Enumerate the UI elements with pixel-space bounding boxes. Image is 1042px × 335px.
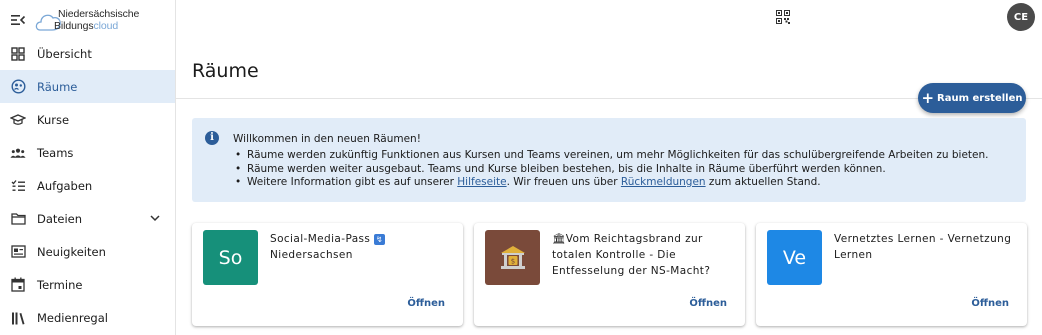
- tasks-icon: [10, 178, 26, 194]
- sidebar-item-label: Aufgaben: [37, 178, 93, 193]
- people-icon: [10, 145, 26, 161]
- sidebar-item-aufgaben[interactable]: Aufgaben: [0, 169, 175, 202]
- sidebar-item-label: Räume: [37, 79, 78, 94]
- logo-line-1: Niedersächsische: [58, 8, 140, 20]
- logo[interactable]: Niedersächsische Bildungscloud: [34, 6, 154, 36]
- alert-line-2: Räume werden weiter ausgebaut. Teams und…: [233, 163, 989, 177]
- alert-title: Willkommen in den neuen Räumen!: [233, 133, 421, 145]
- room-title: Vernetztes Lernen - Vernetzung Lernen: [834, 233, 1012, 261]
- sidebar-item-termine[interactable]: Termine: [0, 268, 175, 301]
- sidebar-header: Niedersächsische Bildungscloud: [0, 0, 175, 40]
- dashboard-icon: [10, 46, 26, 62]
- sidebar-item-label: Kurse: [37, 112, 70, 127]
- room-title-text: Vom Reichtagsbrand zur totalen Kontrolle…: [552, 233, 711, 277]
- alert-line-3: Weitere Information gibt es auf unserer …: [233, 176, 989, 190]
- calendar-icon: [10, 277, 26, 293]
- rooms-icon: [10, 79, 26, 95]
- logo-word-bildungs: Bildungs: [54, 20, 94, 32]
- room-thumbnail: $: [485, 230, 540, 285]
- news-icon: [10, 244, 26, 260]
- room-title-text-2: Niedersachsen: [270, 249, 353, 261]
- room-title-text: Social-Media-Pass: [270, 233, 371, 245]
- sidebar-item-label: Übersicht: [37, 46, 92, 61]
- sidebar-item-raeume[interactable]: Räume: [0, 70, 175, 103]
- chevron-down-icon[interactable]: [149, 212, 161, 224]
- create-room-button[interactable]: + Raum erstellen: [918, 83, 1026, 113]
- sidebar-item-medienregal[interactable]: Medienregal: [0, 301, 175, 334]
- plus-icon: +: [921, 88, 935, 107]
- room-thumbnail: So: [203, 230, 258, 285]
- room-title: Social-Media-Pass ↯ Niedersachsen: [270, 231, 455, 263]
- room-card-social-media-pass[interactable]: So Social-Media-Pass ↯ Niedersachsen Öff…: [192, 223, 463, 326]
- sidebar-item-teams[interactable]: Teams: [0, 136, 175, 169]
- sidebar-item-label: Teams: [37, 145, 74, 160]
- bank-building-icon: $: [500, 245, 525, 269]
- open-room-button[interactable]: Öffnen: [971, 298, 1009, 309]
- page-title: Räume: [192, 60, 259, 82]
- room-title: 🏛Vom Reichtagsbrand zur totalen Kontroll…: [552, 231, 737, 279]
- sidebar-item-uebersicht[interactable]: Übersicht: [0, 37, 175, 70]
- alert-line-3-text-b: . Wir freuen uns über: [506, 176, 621, 188]
- svg-text:$: $: [510, 257, 514, 265]
- sidebar: Niedersächsische Bildungscloud Übersicht…: [0, 0, 176, 335]
- sidebar-nav: Übersicht Räume Kurse Teams Aufgaben Dat…: [0, 37, 175, 334]
- open-room-button[interactable]: Öffnen: [689, 298, 727, 309]
- sidebar-item-label: Neuigkeiten: [37, 244, 106, 259]
- header-divider: [176, 98, 1042, 99]
- sidebar-item-label: Medienregal: [37, 310, 108, 325]
- info-alert: i Willkommen in den neuen Räumen! Räume …: [192, 118, 1026, 202]
- emoji-badge-icon: ↯: [374, 234, 386, 245]
- alert-line-1: Räume werden zukünftig Funktionen aus Ku…: [233, 149, 989, 163]
- logo-line-2: Bildungscloud: [54, 20, 118, 32]
- sidebar-item-kurse[interactable]: Kurse: [0, 103, 175, 136]
- room-thumbnail: Ve: [767, 230, 822, 285]
- sidebar-item-neuigkeiten[interactable]: Neuigkeiten: [0, 235, 175, 268]
- graduation-cap-icon: [10, 112, 26, 128]
- room-card-reichtagsbrand[interactable]: $ 🏛Vom Reichtagsbrand zur totalen Kontro…: [474, 223, 745, 326]
- logo-word-cloud: cloud: [93, 20, 119, 32]
- feedback-link[interactable]: Rückmeldungen: [621, 176, 706, 188]
- sidebar-item-label: Termine: [37, 277, 83, 292]
- app-root: Niedersächsische Bildungscloud Übersicht…: [0, 0, 1042, 335]
- alert-line-3-text-a: Weitere Information gibt es auf unserer: [247, 176, 458, 188]
- folder-icon: [10, 211, 26, 227]
- user-avatar[interactable]: CE: [1007, 3, 1035, 31]
- room-card-vernetztes-lernen[interactable]: Ve Vernetztes Lernen - Vernetzung Lernen…: [756, 223, 1027, 326]
- help-page-link[interactable]: Hilfeseite: [457, 176, 506, 188]
- bank-emoji-icon: 🏛: [552, 233, 566, 245]
- create-room-label: Raum erstellen: [937, 92, 1023, 104]
- sidebar-item-dateien[interactable]: Dateien: [0, 202, 175, 235]
- alert-line-3-text-c: zum aktuellen Stand.: [705, 176, 821, 188]
- alert-list: Räume werden zukünftig Funktionen aus Ku…: [233, 149, 989, 190]
- collapse-sidebar-icon[interactable]: [10, 12, 26, 28]
- bookshelf-icon: [10, 310, 26, 326]
- open-room-button[interactable]: Öffnen: [407, 298, 445, 309]
- sidebar-item-label: Dateien: [37, 211, 83, 226]
- qr-code-icon[interactable]: [776, 9, 790, 24]
- info-icon: i: [205, 131, 219, 145]
